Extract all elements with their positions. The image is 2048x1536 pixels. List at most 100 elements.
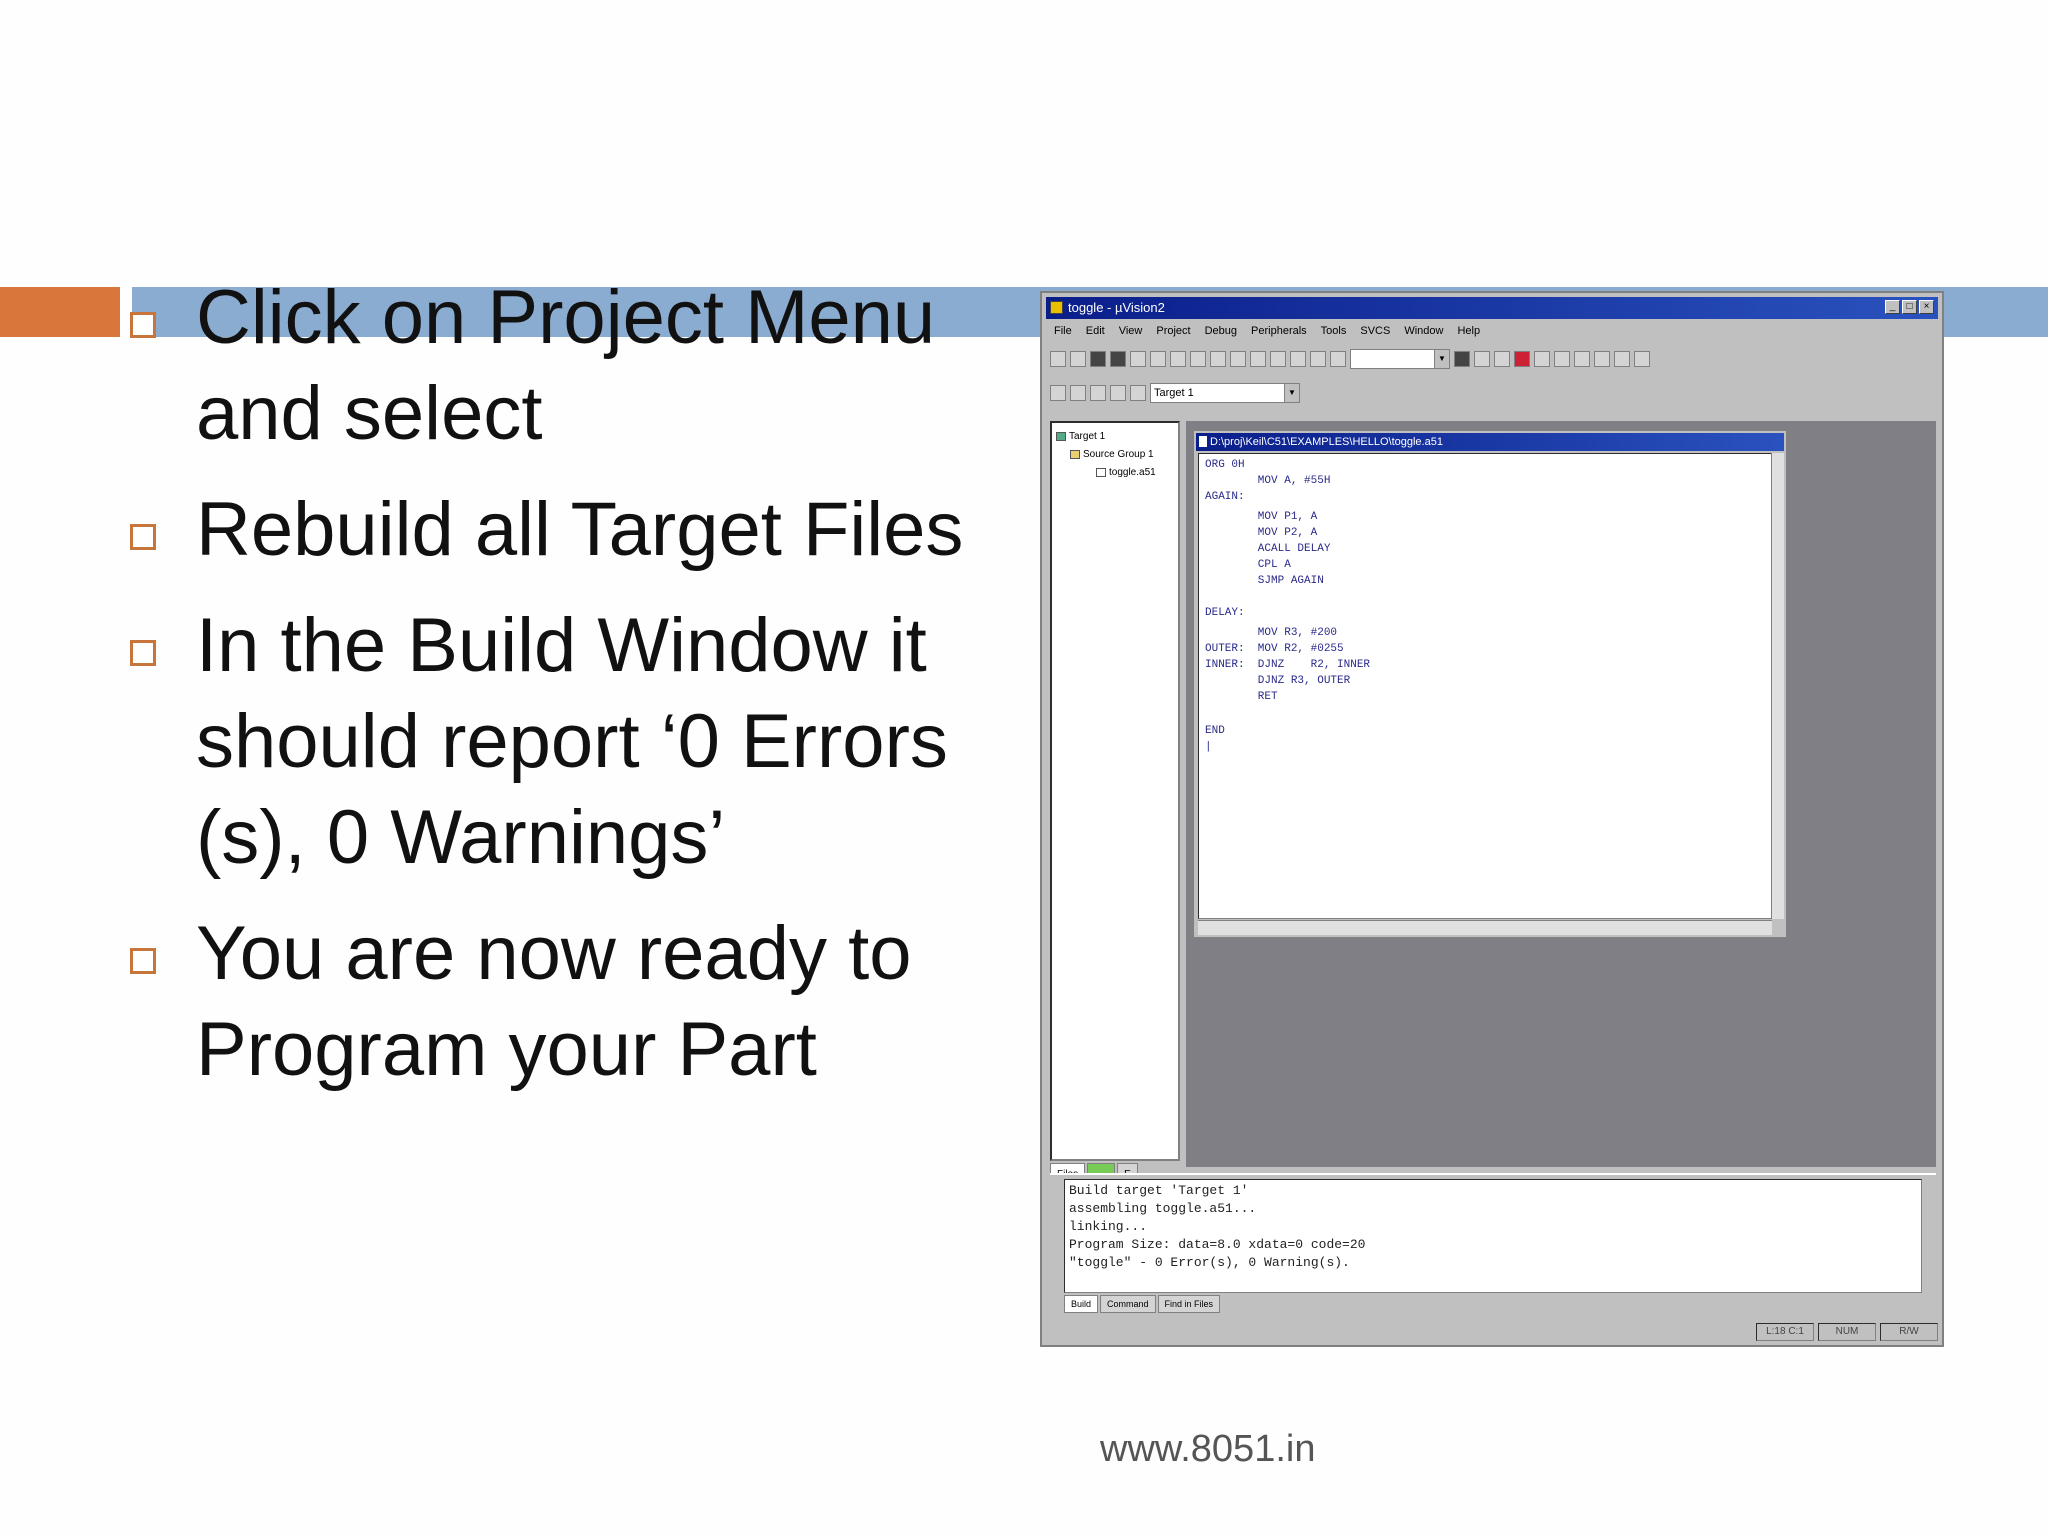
tree-item-label: toggle.a51	[1109, 467, 1156, 478]
build-output[interactable]: Build target 'Target 1' assembling toggl…	[1064, 1179, 1922, 1293]
status-bar: L:18 C:1 NUM R/W	[1046, 1323, 1938, 1341]
tab-find-in-files[interactable]: Find in Files	[1157, 1295, 1221, 1313]
code-line: SJMP AGAIN	[1205, 575, 1324, 587]
menu-view[interactable]: View	[1119, 320, 1143, 342]
output-line: assembling toggle.a51...	[1069, 1201, 1257, 1216]
window-icon[interactable]	[1534, 351, 1550, 367]
bookmark-next-icon[interactable]	[1310, 351, 1326, 367]
target-select[interactable]: Target 1 ▼	[1150, 383, 1300, 403]
menu-svcs[interactable]: SVCS	[1360, 320, 1390, 342]
editor-vertical-scrollbar[interactable]	[1771, 453, 1784, 919]
tree-item-label: Target 1	[1069, 431, 1106, 442]
bookmark-prev-icon[interactable]	[1290, 351, 1306, 367]
window-title: toggle - µVision2	[1068, 300, 1165, 315]
orange-accent-bar	[0, 287, 120, 337]
bullet-text: Click on Project Menu and select	[196, 275, 936, 456]
open-file-icon[interactable]	[1070, 351, 1086, 367]
tree-item-file[interactable]: toggle.a51	[1096, 467, 1156, 478]
output-line: Program Size: data=8.0 xdata=0 code=20	[1069, 1237, 1366, 1252]
code-line: ORG 0H	[1205, 459, 1245, 471]
menu-tools[interactable]: Tools	[1321, 320, 1347, 342]
menu-help[interactable]: Help	[1457, 320, 1480, 342]
settings-icon[interactable]	[1594, 351, 1610, 367]
outdent-icon[interactable]	[1250, 351, 1266, 367]
translate-icon[interactable]	[1050, 385, 1066, 401]
tree-item-source-group[interactable]: Source Group 1	[1070, 449, 1154, 460]
paste-icon[interactable]	[1170, 351, 1186, 367]
binoculars-icon[interactable]	[1454, 351, 1470, 367]
chevron-down-icon[interactable]: ▼	[1434, 350, 1449, 368]
code-line: DELAY:	[1205, 607, 1245, 619]
find-in-files-icon[interactable]	[1474, 351, 1490, 367]
code-line: CPL A	[1205, 559, 1291, 571]
main-toolbar: ▼	[1050, 345, 1934, 373]
cut-icon[interactable]	[1130, 351, 1146, 367]
menu-project[interactable]: Project	[1156, 320, 1190, 342]
save-icon[interactable]	[1090, 351, 1106, 367]
print-icon[interactable]	[1494, 351, 1510, 367]
text-cursor: |	[1205, 741, 1212, 753]
editor-window: D:\proj\Keil\C51\EXAMPLES\HELLO\toggle.a…	[1192, 429, 1788, 939]
menu-peripherals[interactable]: Peripherals	[1251, 320, 1307, 342]
code-line: MOV R3, #200	[1205, 627, 1338, 639]
copy-icon[interactable]	[1150, 351, 1166, 367]
code-line: OUTER: MOV R2, #0255	[1205, 643, 1344, 655]
maximize-button[interactable]: □	[1902, 300, 1917, 314]
workspace-icon[interactable]	[1554, 351, 1570, 367]
bullet-item: Click on Project Menu and select	[122, 270, 1022, 462]
stop-build-icon[interactable]	[1110, 385, 1126, 401]
editor-horizontal-scrollbar[interactable]	[1198, 920, 1772, 935]
window-titlebar[interactable]: toggle - µVision2 _ □ ×	[1046, 297, 1938, 319]
code-line: RET	[1205, 691, 1278, 703]
document-icon	[1199, 436, 1207, 447]
editor-titlebar[interactable]: D:\proj\Keil\C51\EXAMPLES\HELLO\toggle.a…	[1196, 433, 1784, 451]
code-editor[interactable]: ORG 0H MOV A, #55H AGAIN: MOV P1, A MOV …	[1198, 453, 1772, 919]
bullet-item: You are now ready to Program your Part	[122, 906, 1022, 1098]
target-options-icon[interactable]	[1130, 385, 1146, 401]
code-line: END	[1205, 725, 1225, 737]
code-line: MOV A, #55H	[1205, 475, 1331, 487]
build-toolbar: Target 1 ▼	[1050, 379, 1934, 407]
build-icon[interactable]	[1070, 385, 1086, 401]
tree-item-label: Source Group 1	[1083, 449, 1154, 460]
hand-icon[interactable]	[1574, 351, 1590, 367]
folder-icon	[1070, 449, 1080, 459]
menu-edit[interactable]: Edit	[1086, 320, 1105, 342]
close-button[interactable]: ×	[1919, 300, 1934, 314]
uvision-window: toggle - µVision2 _ □ × File Edit View P…	[1040, 291, 1944, 1347]
bullet-text: You are now ready to Program your Part	[196, 911, 912, 1092]
find-combo[interactable]: ▼	[1350, 349, 1450, 369]
bullet-text: Rebuild all Target Files	[196, 487, 964, 572]
bullet-box-icon	[130, 524, 156, 550]
menu-debug[interactable]: Debug	[1205, 320, 1237, 342]
save-all-icon[interactable]	[1110, 351, 1126, 367]
project-pane: Target 1 Source Group 1 toggle.a51	[1050, 421, 1180, 1161]
app-icon	[1050, 301, 1063, 314]
chevron-down-icon[interactable]: ▼	[1284, 384, 1299, 402]
window-controls: _ □ ×	[1885, 300, 1934, 314]
mdi-area: D:\proj\Keil\C51\EXAMPLES\HELLO\toggle.a…	[1186, 421, 1936, 1167]
file-icon	[1096, 467, 1106, 477]
minimize-button[interactable]: _	[1885, 300, 1900, 314]
tree-item-target[interactable]: Target 1	[1056, 431, 1105, 442]
menu-window[interactable]: Window	[1404, 320, 1443, 342]
new-file-icon[interactable]	[1050, 351, 1066, 367]
undo-icon[interactable]	[1190, 351, 1206, 367]
status-cursor-position: L:18 C:1	[1756, 1323, 1814, 1341]
find-icon[interactable]	[1330, 351, 1346, 367]
tab-command[interactable]: Command	[1100, 1295, 1156, 1313]
target-select-value: Target 1	[1154, 387, 1194, 399]
tab-build[interactable]: Build	[1064, 1295, 1099, 1313]
rebuild-all-icon[interactable]	[1090, 385, 1106, 401]
config-icon[interactable]	[1634, 351, 1650, 367]
debug-icon[interactable]	[1514, 351, 1530, 367]
code-line: AGAIN:	[1205, 491, 1245, 503]
bookmark-icon[interactable]	[1270, 351, 1286, 367]
indent-icon[interactable]	[1230, 351, 1246, 367]
bullet-item: Rebuild all Target Files	[122, 482, 1022, 578]
redo-icon[interactable]	[1210, 351, 1226, 367]
bullet-list: Click on Project Menu and select Rebuild…	[122, 270, 1022, 1118]
menu-file[interactable]: File	[1054, 320, 1072, 342]
target-icon	[1056, 431, 1066, 441]
tools-icon[interactable]	[1614, 351, 1630, 367]
